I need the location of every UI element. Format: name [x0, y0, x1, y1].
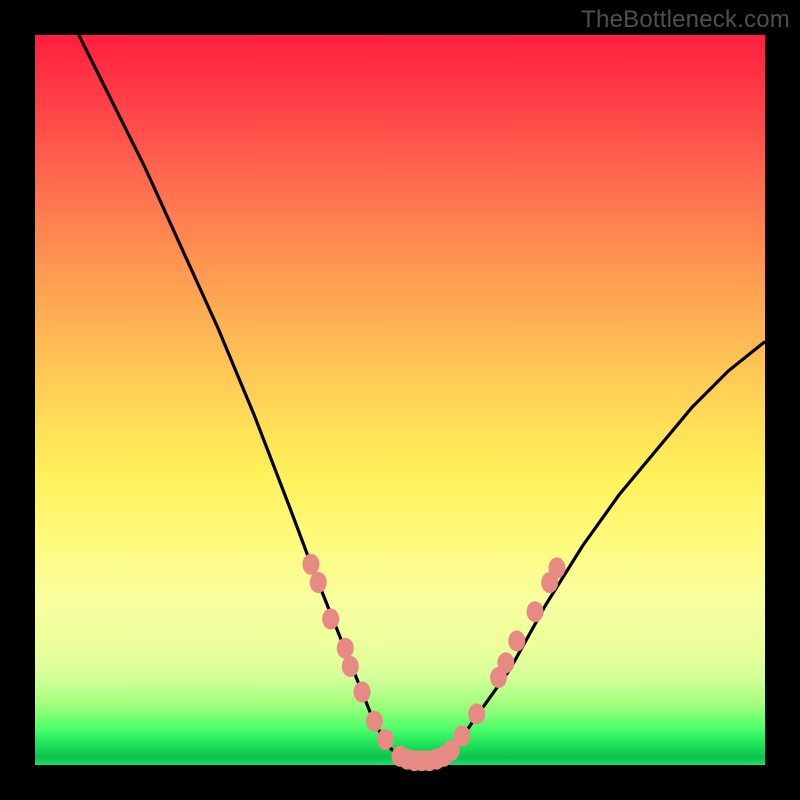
curve-marker — [366, 711, 383, 732]
bottleneck-curve-path — [79, 35, 765, 765]
curve-marker — [548, 557, 565, 578]
marker-group — [302, 554, 565, 771]
bottleneck-curve-svg — [35, 35, 765, 765]
curve-marker — [468, 703, 485, 724]
curve-marker — [342, 656, 359, 677]
chart-frame: TheBottleneck.com — [0, 0, 800, 800]
curve-marker — [322, 609, 339, 630]
curve-marker — [508, 630, 525, 651]
curve-marker — [527, 601, 544, 622]
curve-marker — [354, 682, 371, 703]
watermark-text: TheBottleneck.com — [581, 6, 790, 34]
curve-marker — [454, 725, 471, 746]
curve-marker — [337, 638, 354, 659]
curve-marker — [310, 572, 327, 593]
curve-marker — [302, 554, 319, 575]
curve-marker — [497, 652, 514, 673]
curve-marker — [377, 729, 394, 750]
